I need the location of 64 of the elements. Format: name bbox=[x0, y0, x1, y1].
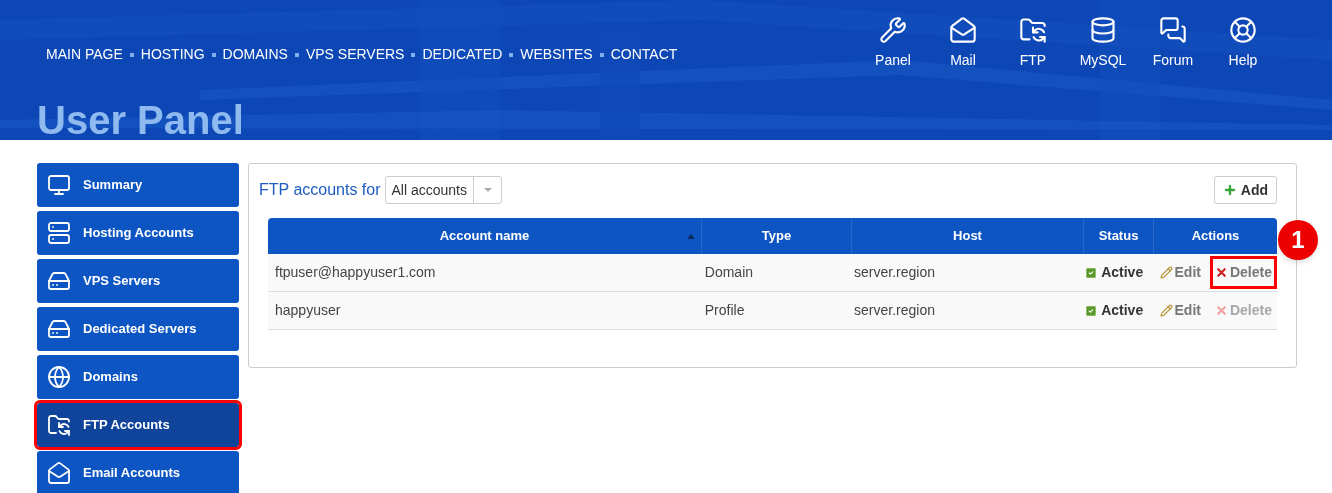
lifebuoy-icon bbox=[1229, 16, 1257, 44]
cross-icon bbox=[1214, 304, 1228, 317]
nav-link[interactable]: WEBSITES bbox=[520, 44, 593, 65]
table-cell-text: server.region bbox=[853, 263, 936, 282]
nav-link[interactable]: DEDICATED bbox=[422, 44, 503, 65]
edit-link[interactable]: Edit bbox=[1154, 294, 1206, 327]
folder-icon bbox=[47, 413, 71, 437]
header-link[interactable]: Forum bbox=[1144, 16, 1202, 71]
nav-link[interactable]: VPS SERVERS bbox=[305, 44, 405, 65]
table-cell-text: happyuser bbox=[274, 301, 342, 320]
sidebar-item[interactable]: Dedicated Servers bbox=[37, 307, 239, 351]
table-cell-text: Profile bbox=[703, 301, 746, 320]
edit-link[interactable]: Edit bbox=[1154, 256, 1206, 289]
separator-icon bbox=[129, 52, 134, 57]
sidebar-item[interactable]: VPS Servers bbox=[37, 259, 239, 303]
nav-link[interactable]: MAIN PAGE bbox=[46, 44, 123, 65]
filter-label: FTP accounts for bbox=[259, 180, 381, 200]
header-link[interactable]: Mail bbox=[934, 16, 992, 71]
globe-icon bbox=[47, 365, 71, 389]
caret-icon bbox=[483, 188, 492, 192]
chat-icon bbox=[1159, 16, 1187, 44]
pencil-icon bbox=[1159, 304, 1173, 317]
server-icon bbox=[47, 221, 71, 245]
check-icon bbox=[1084, 265, 1099, 280]
sidebar-item[interactable]: Hosting Accounts bbox=[37, 211, 239, 255]
wrench-icon bbox=[879, 16, 907, 44]
header-link[interactable]: FTP bbox=[1004, 16, 1062, 71]
separator-icon bbox=[411, 52, 416, 57]
step-badge: 1 bbox=[1278, 220, 1318, 260]
folder-icon bbox=[1019, 16, 1047, 44]
header-link[interactable]: MySQL bbox=[1074, 16, 1132, 71]
add-button[interactable]: Add bbox=[1213, 176, 1277, 204]
server-tower-icon bbox=[47, 269, 71, 293]
table-cell-text: server.region bbox=[853, 301, 936, 320]
check-icon bbox=[1084, 303, 1099, 318]
envelope-icon bbox=[47, 461, 71, 485]
nav-link[interactable]: CONTACT bbox=[610, 44, 678, 65]
plus-icon bbox=[1222, 183, 1237, 197]
table-cell-text: ftpuser@happyuser1.com bbox=[274, 263, 437, 282]
header-link[interactable]: Panel bbox=[864, 16, 922, 71]
separator-icon bbox=[509, 52, 514, 57]
delete-link[interactable]: Delete bbox=[1209, 256, 1277, 289]
sidebar-item[interactable]: Email Accounts bbox=[37, 451, 239, 493]
separator-icon bbox=[294, 52, 299, 57]
sidebar-item[interactable]: Domains bbox=[37, 355, 239, 399]
status-label: Active bbox=[1078, 254, 1149, 291]
account-dropdown[interactable]: All accounts bbox=[384, 176, 502, 204]
sidebar-item[interactable]: FTP Accounts bbox=[37, 403, 239, 447]
column-header[interactable]: Account name bbox=[268, 218, 701, 254]
nav-link[interactable]: DOMAINS bbox=[222, 44, 288, 65]
monitor-icon bbox=[47, 173, 71, 197]
status-label: Active bbox=[1078, 292, 1149, 329]
database-icon bbox=[1089, 16, 1117, 44]
nav-link[interactable]: HOSTING bbox=[140, 44, 205, 65]
table-cell-text: Domain bbox=[703, 263, 755, 282]
cross-icon bbox=[1214, 266, 1228, 279]
pencil-icon bbox=[1159, 266, 1173, 279]
separator-icon bbox=[211, 52, 216, 57]
envelope-icon bbox=[949, 16, 977, 44]
sidebar-item[interactable]: Summary bbox=[37, 163, 239, 207]
page-title: User Panel bbox=[37, 100, 244, 140]
header-link[interactable]: Help bbox=[1214, 16, 1272, 71]
separator-icon bbox=[599, 52, 604, 57]
server-tower-icon bbox=[47, 317, 71, 341]
